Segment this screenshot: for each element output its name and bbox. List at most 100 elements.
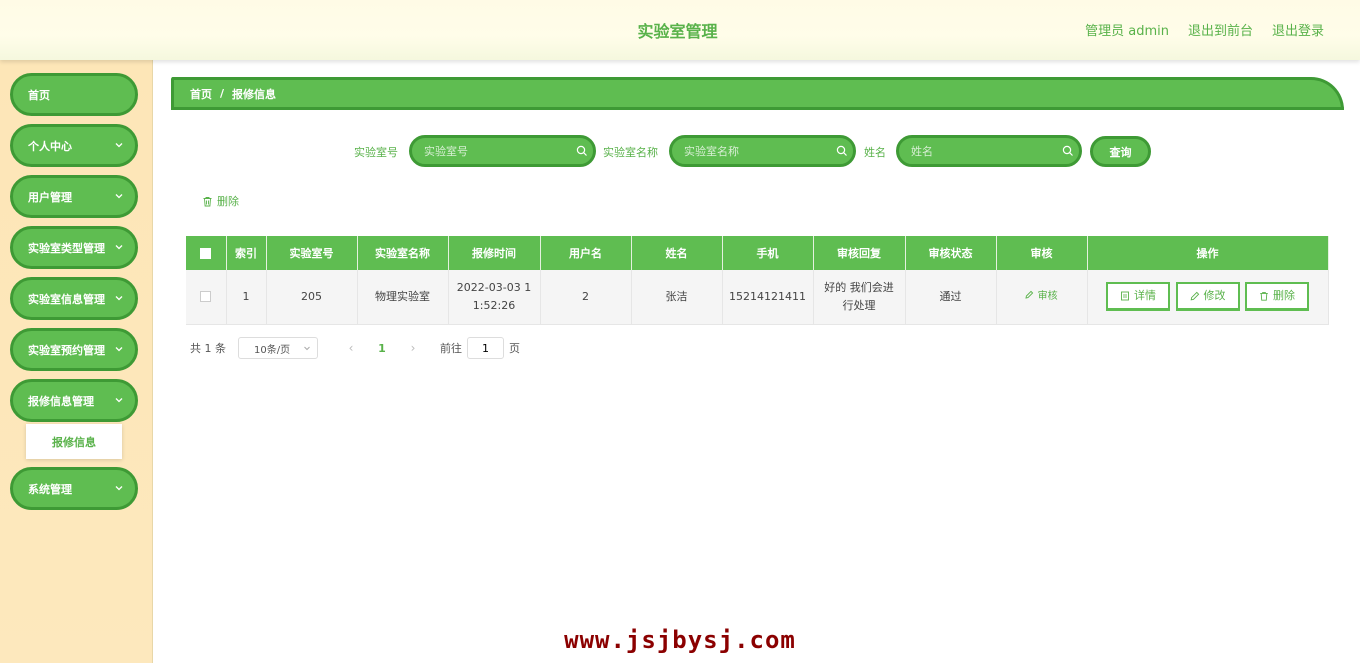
sidebar-item-lab-info-management[interactable]: 实验室信息管理: [10, 277, 138, 320]
logout-link[interactable]: 退出登录: [1272, 20, 1324, 39]
pagination-total: 共 1 条: [190, 342, 226, 355]
cell-index: 1: [226, 270, 267, 325]
table-header-row: 索引 实验室号 实验室名称 报修时间 用户名 姓名 手机 审核回复 审核状态 审…: [186, 236, 1329, 270]
sidebar-item-personal-center[interactable]: 个人中心: [10, 124, 138, 167]
column-header: 索引: [226, 236, 267, 270]
page-jump: 前往 页: [440, 337, 520, 359]
next-page-button[interactable]: ›: [398, 341, 428, 355]
edit-icon: [1190, 292, 1199, 301]
prev-page-button[interactable]: ‹: [336, 341, 366, 355]
cell-audit: 审核: [996, 270, 1088, 325]
column-header: 审核状态: [905, 236, 997, 270]
sidebar-item-label: 实验室信息管理: [28, 292, 105, 306]
cell-name: 张洁: [631, 270, 723, 325]
edit-icon: [1025, 291, 1034, 299]
chevron-down-icon: [115, 398, 123, 403]
delete-label: 删除: [1273, 289, 1295, 303]
search-icon: [836, 145, 847, 156]
admin-user-link[interactable]: 管理员 admin: [1085, 20, 1169, 39]
sidebar-item-label: 实验室类型管理: [28, 241, 105, 255]
sidebar-item-label: 实验室预约管理: [28, 343, 105, 357]
column-header: 手机: [722, 236, 814, 270]
sidebar-item-label: 个人中心: [28, 139, 72, 153]
page-number[interactable]: 1: [366, 342, 398, 355]
edit-label: 修改: [1203, 289, 1226, 303]
sidebar-item-system-management[interactable]: 系统管理: [10, 467, 138, 510]
page-size-value: 10条/页: [254, 344, 291, 356]
search-icon: [1062, 145, 1073, 156]
header-links: 管理员 admin 退出到前台 退出登录: [1085, 20, 1324, 39]
table-row: 1 205 物理实验室 2022-03-03 11:52:26 2 张洁 152…: [186, 270, 1329, 325]
watermark: www.jsjbysj.com: [564, 626, 796, 654]
column-header: 实验室名称: [357, 236, 449, 270]
repair-info-table: 索引 实验室号 实验室名称 报修时间 用户名 姓名 手机 审核回复 审核状态 审…: [186, 236, 1329, 325]
chevron-down-icon: [115, 143, 123, 148]
trash-icon: [203, 196, 212, 206]
cell-audit-reply: 好的 我们会进行处理: [813, 270, 906, 325]
detail-label: 详情: [1134, 289, 1156, 303]
column-header: 报修时间: [448, 236, 541, 270]
name-label: 姓名: [864, 146, 886, 159]
chevron-down-icon: [115, 296, 123, 301]
breadcrumb-current: 报修信息: [232, 87, 277, 101]
cell-lab-name: 物理实验室: [357, 270, 449, 325]
lab-no-search-input[interactable]: [409, 135, 596, 167]
chevron-down-icon: [304, 346, 310, 351]
exit-to-frontend-link[interactable]: 退出到前台: [1188, 20, 1253, 39]
cell-lab-no: 205: [266, 270, 358, 325]
sidebar-subitem-repair-info[interactable]: 报修信息: [26, 424, 122, 459]
column-header: 实验室号: [266, 236, 358, 270]
sidebar-item-repair-info-management[interactable]: 报修信息管理: [10, 379, 138, 422]
chevron-down-icon: [115, 194, 123, 199]
document-icon: [1121, 291, 1129, 301]
sidebar-item-label: 系统管理: [28, 482, 72, 496]
column-header: 姓名: [631, 236, 723, 270]
sidebar-item-label: 报修信息管理: [28, 394, 94, 408]
sidebar-item-lab-booking-management[interactable]: 实验室预约管理: [10, 328, 138, 371]
top-header: 实验室管理 管理员 admin 退出到前台 退出登录: [0, 0, 1360, 60]
select-all-checkbox[interactable]: [200, 248, 212, 259]
sidebar-item-lab-type-management[interactable]: 实验室类型管理: [10, 226, 138, 269]
cell-audit-status: 通过: [905, 270, 997, 325]
lab-name-search-input[interactable]: [669, 135, 856, 167]
cell-repair-time: 2022-03-03 11:52:26: [448, 270, 541, 325]
pagination: 共 1 条 10条/页 ‹ 1 › 前往 页: [190, 337, 520, 359]
column-header: 审核: [996, 236, 1088, 270]
query-button[interactable]: 查询: [1090, 136, 1151, 167]
search-icon: [576, 145, 587, 156]
column-header: 操作: [1087, 236, 1329, 270]
name-search-input[interactable]: [896, 135, 1082, 167]
cell-username: 2: [540, 270, 632, 325]
lab-name-label: 实验室名称: [603, 146, 658, 159]
column-header: 审核回复: [813, 236, 906, 270]
lab-no-label: 实验室号: [354, 146, 398, 159]
select-all-cell[interactable]: [186, 236, 227, 270]
batch-delete-button[interactable]: 删除: [202, 193, 239, 209]
trash-icon: [1260, 292, 1268, 301]
breadcrumb-separator: /: [220, 87, 225, 100]
sidebar: 首页 个人中心 用户管理 实验室类型管理 实验室信息管理 实验室预约管理 报修信…: [0, 60, 153, 663]
audit-button[interactable]: 审核: [1025, 291, 1058, 302]
chevron-down-icon: [115, 486, 123, 491]
sidebar-item-user-management[interactable]: 用户管理: [10, 175, 138, 218]
page-size-select[interactable]: 10条/页: [238, 337, 318, 359]
delete-button[interactable]: 删除: [1245, 282, 1309, 312]
sidebar-item-label: 首页: [28, 88, 50, 102]
sidebar-item-label: 用户管理: [28, 190, 72, 204]
chevron-down-icon: [115, 347, 123, 352]
breadcrumb-home[interactable]: 首页: [190, 86, 212, 102]
goto-prefix: 前往: [440, 342, 462, 355]
cell-phone: 15214121411: [722, 270, 814, 325]
breadcrumb: 首页 / 报修信息: [171, 77, 1344, 110]
edit-button[interactable]: 修改: [1175, 282, 1240, 312]
goto-page-input[interactable]: [467, 337, 504, 359]
sidebar-item-home[interactable]: 首页: [10, 73, 138, 116]
chevron-down-icon: [115, 245, 123, 250]
row-checkbox[interactable]: [200, 291, 212, 303]
detail-button[interactable]: 详情: [1106, 282, 1170, 312]
row-select-cell[interactable]: [186, 270, 227, 325]
cell-actions: 详情 修改 删除: [1087, 270, 1329, 325]
column-header: 用户名: [540, 236, 632, 270]
goto-suffix: 页: [509, 342, 520, 355]
batch-delete-label: 删除: [217, 195, 239, 208]
